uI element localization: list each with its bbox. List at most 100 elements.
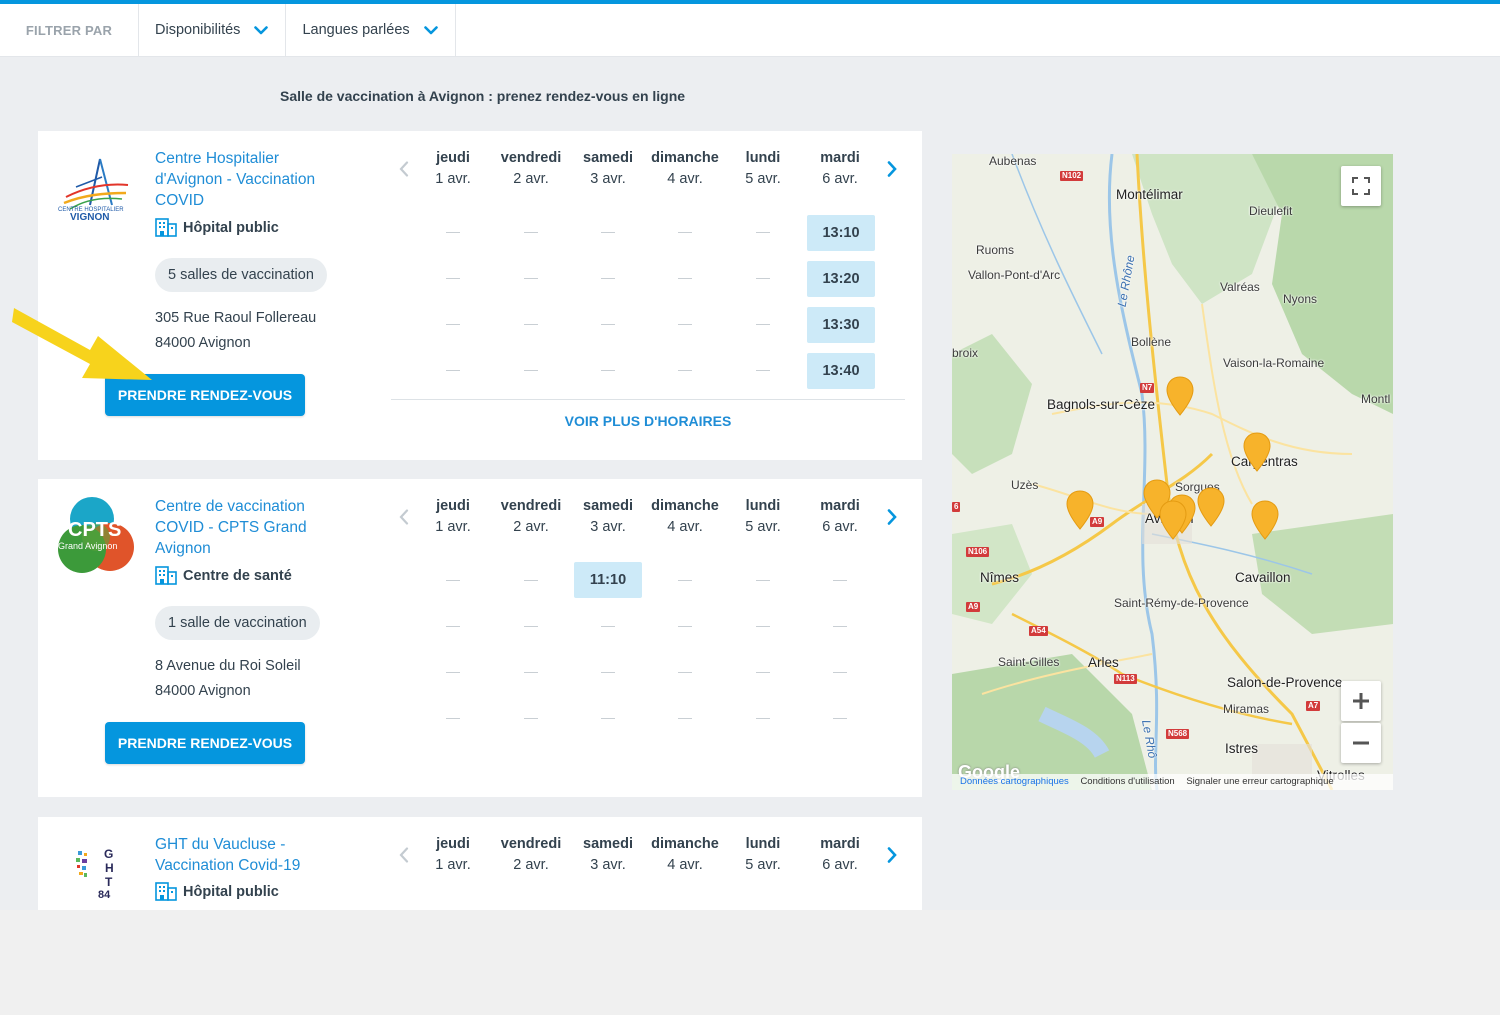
center-type: Centre de santé	[155, 566, 292, 585]
chevron-down-icon	[423, 25, 438, 34]
center-name-line: COVID - CPTS Grand	[155, 519, 307, 536]
map-zoom-in-button[interactable]	[1341, 681, 1381, 721]
map-marker-icon[interactable]	[1159, 500, 1187, 540]
no-slot-dash	[446, 324, 460, 325]
map-place-label: Nîmes	[980, 570, 1020, 585]
map-marker-icon[interactable]	[1066, 490, 1094, 530]
day-date: 5 avr.	[745, 519, 781, 535]
chevron-right-icon	[887, 847, 897, 863]
day-date: 3 avr.	[590, 857, 626, 873]
map-marker-icon[interactable]	[1166, 376, 1194, 416]
map-data-link[interactable]: Données cartographiques	[960, 776, 1069, 787]
chevron-right-icon	[887, 509, 897, 525]
day-column-header: dimanche 4 avr.	[647, 834, 723, 876]
day-date: 6 avr.	[822, 857, 858, 873]
map-zoom-out-button[interactable]	[1341, 723, 1381, 763]
road-shield: N113	[1114, 674, 1137, 684]
no-slot-dash	[756, 580, 770, 581]
center-name-link[interactable]: Centre de vaccination COVID - CPTS Grand…	[155, 496, 355, 559]
map-marker-icon[interactable]	[1251, 500, 1279, 540]
center-logo-cpts: CPTS Grand Avignon	[56, 495, 136, 575]
chevron-down-icon	[254, 25, 269, 34]
map-place-label: Montélimar	[1116, 187, 1183, 202]
next-week-arrow[interactable]	[882, 845, 902, 865]
building-icon	[155, 566, 177, 585]
day-column-header: mardi 6 avr.	[802, 496, 878, 538]
road-shield: A9	[966, 602, 981, 612]
time-slot-button[interactable]: 13:20	[807, 261, 875, 297]
map-marker-icon[interactable]	[1197, 487, 1225, 527]
map-fullscreen-button[interactable]	[1341, 166, 1381, 206]
day-date: 1 avr.	[435, 171, 471, 187]
center-name-link[interactable]: Centre Hospitalier d'Avignon - Vaccinati…	[155, 148, 355, 211]
center-card: G H T 84 GHT du Vaucluse - Vaccination C…	[38, 817, 922, 910]
day-name: jeudi	[436, 498, 470, 514]
filter-languages-dropdown[interactable]: Langues parlées	[286, 4, 456, 56]
map-place-label: Saint-Gilles	[998, 655, 1060, 669]
no-slot-dash	[678, 672, 692, 673]
day-date: 3 avr.	[590, 171, 626, 187]
center-address: 305 Rue Raoul Follereau 84000 Avignon	[155, 306, 316, 356]
prev-week-arrow[interactable]	[394, 845, 414, 865]
map-place-label: Arles	[1088, 655, 1119, 670]
road-shield: A54	[1029, 626, 1048, 636]
prev-week-arrow[interactable]	[394, 159, 414, 179]
day-column-header: vendredi 2 avr.	[493, 148, 569, 190]
center-type-label: Centre de santé	[183, 567, 292, 584]
annotation-arrow-icon	[12, 308, 152, 380]
book-appointment-button[interactable]: PRENDRE RENDEZ-VOUS	[105, 722, 305, 764]
next-week-arrow[interactable]	[882, 507, 902, 527]
day-column-header: mardi 6 avr.	[802, 148, 878, 190]
day-column-header: dimanche 4 avr.	[647, 148, 723, 190]
no-slot-dash	[756, 718, 770, 719]
next-week-arrow[interactable]	[882, 159, 902, 179]
time-slot-button[interactable]: 13:10	[807, 215, 875, 251]
prev-week-arrow[interactable]	[394, 507, 414, 527]
time-slot-button[interactable]: 13:40	[807, 353, 875, 389]
map-panel[interactable]: Aubenas Montélimar Dieulefit Ruoms Vallo…	[952, 154, 1393, 790]
day-column-header: vendredi 2 avr.	[493, 496, 569, 538]
day-column-header: jeudi 1 avr.	[415, 496, 491, 538]
map-place-label: Miramas	[1223, 702, 1270, 716]
no-slot-dash	[446, 232, 460, 233]
no-slot-dash	[833, 580, 847, 581]
terms-link[interactable]: Conditions d'utilisation	[1080, 776, 1174, 787]
road-shield: 6	[952, 502, 961, 512]
day-name: jeudi	[436, 150, 470, 166]
day-date: 5 avr.	[745, 171, 781, 187]
address-line: 84000 Avignon	[155, 335, 251, 351]
no-slot-dash	[756, 278, 770, 279]
day-name: lundi	[745, 836, 781, 852]
center-card: CENTRE HOSPITALIER VIGNON Centre Hospita…	[38, 131, 922, 460]
road-shield: A7	[1306, 701, 1321, 711]
day-name: samedi	[583, 150, 633, 166]
logo-text: CPTS	[68, 519, 122, 541]
map-place-label: Aubenas	[989, 154, 1037, 168]
map-place-label: Ruoms	[976, 243, 1015, 257]
no-slot-dash	[524, 672, 538, 673]
no-slot-dash	[446, 672, 460, 673]
chevron-right-icon	[887, 161, 897, 177]
map-terrain	[952, 154, 1393, 790]
day-column-header: lundi 5 avr.	[725, 148, 801, 190]
map-place-label: Salon-de-Provence	[1227, 675, 1343, 690]
center-name-line: Centre de vaccination	[155, 498, 305, 515]
more-times-link[interactable]: VOIR PLUS D'HORAIRES	[391, 413, 905, 429]
road-shield: N106	[966, 547, 990, 557]
day-column-header: lundi 5 avr.	[725, 834, 801, 876]
center-name-link[interactable]: GHT du Vaucluse - Vaccination Covid-19	[155, 834, 355, 876]
no-slot-dash	[446, 278, 460, 279]
filter-availability-label: Disponibilités	[155, 22, 241, 38]
day-name: mardi	[820, 498, 860, 514]
no-slot-dash	[601, 718, 615, 719]
filter-availability-dropdown[interactable]: Disponibilités	[139, 4, 287, 56]
time-slot-button[interactable]: 13:30	[807, 307, 875, 343]
map-marker-icon[interactable]	[1243, 432, 1271, 472]
time-slot-button[interactable]: 11:10	[574, 562, 642, 598]
no-slot-dash	[756, 232, 770, 233]
no-slot-dash	[756, 626, 770, 627]
report-error-link[interactable]: Signaler une erreur cartographique	[1186, 776, 1333, 787]
center-name-line: Avignon	[155, 540, 211, 557]
day-column-header: samedi 3 avr.	[570, 834, 646, 876]
day-date: 5 avr.	[745, 857, 781, 873]
